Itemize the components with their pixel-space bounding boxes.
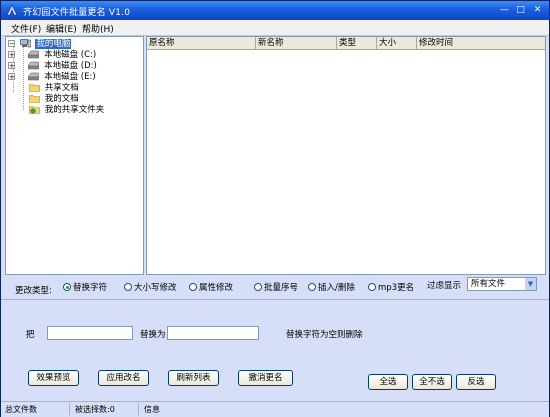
tree-item-drive-c[interactable]: + 本地磁盘 (C:) [8,50,96,61]
undo-rename-button[interactable]: 撤消更名 [238,370,293,386]
status-total-files: 总文件数 [5,405,37,414]
tree-label: 我的共享文件夹 [44,105,105,115]
column-original-name[interactable]: 原名称 [147,37,256,49]
close-button[interactable]: ✕ [531,4,544,16]
expand-icon[interactable]: + [8,62,15,70]
tree-label: 本地磁盘 (E:) [44,72,96,82]
replace-from-label: 把 [26,330,35,340]
radio-attribute-change[interactable]: 属性修改 [189,283,233,294]
replace-from-input[interactable] [47,326,133,340]
refresh-list-button[interactable]: 刷新列表 [168,370,219,386]
column-new-name[interactable]: 新名称 [256,37,337,49]
replace-to-input[interactable] [167,326,259,340]
radio-insert-delete[interactable]: 插入/删除 [308,283,355,294]
expand-icon[interactable]: + [8,51,15,59]
select-none-button[interactable]: 全不选 [412,374,452,390]
minimize-button[interactable]: — [498,4,511,16]
computer-icon [19,39,31,48]
apply-rename-button[interactable]: 应用改名 [98,370,149,386]
radio-icon [254,283,262,291]
tree-item-my-shared-folder[interactable]: 我的共享文件夹 [29,105,104,116]
status-divider [138,403,139,415]
filter-label: 过虑显示 [427,281,462,291]
filter-select[interactable]: 所有文件 ▼ [467,277,537,291]
status-divider [69,403,70,415]
chevron-down-icon[interactable]: ▼ [525,278,536,290]
window-title: 齐幻园文件批量更名 V1.0 [23,8,131,18]
column-type[interactable]: 类型 [337,37,377,49]
radio-icon [308,283,316,291]
change-type-label: 更改类型: [15,286,52,296]
collapse-icon[interactable]: − [8,40,15,48]
shared-folder-icon [29,106,40,114]
folder-icon [29,84,40,92]
radio-replace-chars[interactable]: 替换字符 [63,283,107,294]
tree-label: 我的电脑 [35,39,72,49]
status-bar: 总文件数 被选择数:0 信息 [1,401,549,417]
drive-icon [28,72,40,81]
replace-hint: 替换字符为空则删除 [286,330,363,340]
radio-icon [368,283,376,291]
app-window: 齐幻园文件批量更名 V1.0 — □ ✕ 文件(F) 编辑(E) 帮助(H) −… [0,0,550,417]
folder-icon [29,95,40,103]
tree-item-drive-e[interactable]: + 本地磁盘 (E:) [8,72,96,83]
radio-case-change[interactable]: 大小写修改 [124,283,177,294]
menu-file[interactable]: 文件(F) [11,22,41,35]
tree-item-shared-docs[interactable]: 共享文档 [29,83,79,94]
radio-batch-number[interactable]: 批量序号 [254,283,298,294]
tree-label: 共享文档 [44,83,79,93]
column-modified-time[interactable]: 修改时间 [417,37,545,49]
filter-value: 所有文件 [471,279,506,289]
radio-icon [189,283,197,291]
column-size[interactable]: 大小 [377,37,417,49]
tree-label: 本地磁盘 (D:) [44,61,97,71]
invert-selection-button[interactable]: 反选 [456,374,496,390]
app-logo-icon [6,4,18,16]
menu-edit[interactable]: 编辑(E) [46,22,77,35]
status-info: 信息 [144,405,160,414]
tree-label: 我的文档 [44,94,79,104]
status-selected-count: 被选择数:0 [75,405,115,414]
expand-icon[interactable]: + [8,73,15,81]
menu-help[interactable]: 帮助(H) [82,22,114,35]
menu-bar: 文件(F) 编辑(E) 帮助(H) [1,20,549,36]
tree-item-drive-d[interactable]: + 本地磁盘 (D:) [8,61,97,72]
radio-icon [124,283,132,291]
preview-button[interactable]: 效果预览 [28,370,79,386]
radio-selected-icon [63,283,71,291]
title-bar[interactable]: 齐幻园文件批量更名 V1.0 — □ ✕ [1,1,549,20]
drive-icon [28,50,40,59]
replace-to-label: 替换为 [140,330,166,340]
list-header: 原名称 新名称 类型 大小 修改时间 [147,37,545,50]
folder-tree[interactable]: − 我的电脑 + 本地磁盘 (C:) + 本地磁盘 (D:) + 本地磁盘 (E… [5,36,144,275]
maximize-button[interactable]: □ [514,4,527,16]
tree-item-my-documents[interactable]: 我的文档 [29,94,79,105]
drive-icon [28,61,40,70]
file-list[interactable]: 原名称 新名称 类型 大小 修改时间 [146,36,546,275]
tree-item-my-computer[interactable]: − 我的电脑 [8,39,72,50]
tree-label: 本地磁盘 (C:) [44,50,97,60]
radio-mp3-rename[interactable]: mp3更名 [368,283,414,294]
select-all-button[interactable]: 全选 [368,374,408,390]
